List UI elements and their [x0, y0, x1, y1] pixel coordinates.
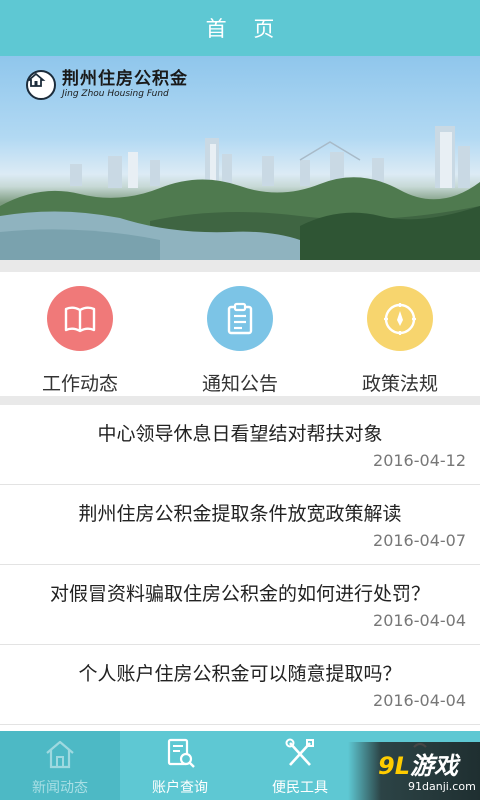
quick-links: 工作动态 通知公告 政策法规: [0, 272, 480, 396]
section-divider: [0, 260, 480, 272]
watermark-url: 91danji.com: [408, 780, 476, 793]
watermark-logo-text: 游戏: [410, 752, 458, 780]
tab-label: 新闻动态: [32, 780, 88, 796]
news-title: 荆州住房公积金提取条件放宽政策解读: [78, 503, 402, 525]
tab-label: 便民工具: [272, 780, 328, 796]
compass-icon: [367, 286, 433, 351]
watermark-logo-number: 9L: [378, 752, 410, 780]
book-icon: [47, 286, 113, 351]
news-title: 中心领导休息日看望结对帮扶对象: [97, 423, 383, 445]
news-list: 中心领导休息日看望结对帮扶对象 2016-04-12 荆州住房公积金提取条件放宽…: [0, 405, 480, 725]
home-icon: [42, 737, 78, 775]
tab-label: 账户查询: [152, 780, 208, 796]
news-title: 个人账户住房公积金可以随意提取吗？: [78, 663, 402, 685]
news-item[interactable]: 荆州住房公积金提取条件放宽政策解读 2016-04-07: [0, 485, 480, 565]
news-date: 2016-04-04: [373, 691, 466, 710]
app-header: 首 页: [0, 0, 480, 56]
quick-link-label: 政策法规: [361, 373, 438, 395]
tab-news[interactable]: 新闻动态: [0, 731, 120, 800]
section-divider: [0, 396, 480, 405]
news-date: 2016-04-07: [373, 531, 466, 550]
clipboard-icon: [207, 286, 273, 351]
site-watermark: 9L游戏 91danji.com: [348, 742, 480, 800]
news-title: 对假冒资料骗取住房公积金的如何进行处罚？: [49, 583, 430, 605]
logo-chinese-name: 荆州住房公积金: [62, 69, 188, 89]
news-date: 2016-04-12: [373, 451, 466, 470]
news-item[interactable]: 中心领导休息日看望结对帮扶对象 2016-04-12: [0, 405, 480, 485]
house-emblem-icon: [26, 70, 56, 100]
tools-icon: [282, 737, 318, 775]
quick-link-notices[interactable]: 通知公告: [160, 272, 320, 396]
logo-english-name: Jing Zhou Housing Fund: [62, 89, 169, 99]
tab-tools[interactable]: 便民工具: [240, 731, 360, 800]
tab-account-query[interactable]: 账户查询: [120, 731, 240, 800]
page-title: 首 页: [205, 17, 285, 41]
quick-link-label: 通知公告: [201, 373, 278, 395]
news-date: 2016-04-04: [373, 611, 466, 630]
search-doc-icon: [162, 737, 198, 775]
quick-link-policies[interactable]: 政策法规: [320, 272, 480, 396]
quick-link-label: 工作动态: [41, 373, 118, 395]
watermark-logo: 9L游戏: [378, 746, 458, 781]
news-item[interactable]: 个人账户住房公积金可以随意提取吗？ 2016-04-04: [0, 645, 480, 725]
quick-link-work-news[interactable]: 工作动态: [0, 272, 160, 396]
city-banner-image: 荆州住房公积金 Jing Zhou Housing Fund: [0, 56, 480, 260]
news-item[interactable]: 对假冒资料骗取住房公积金的如何进行处罚？ 2016-04-04: [0, 565, 480, 645]
housing-fund-logo: 荆州住房公积金 Jing Zhou Housing Fund: [26, 70, 188, 100]
